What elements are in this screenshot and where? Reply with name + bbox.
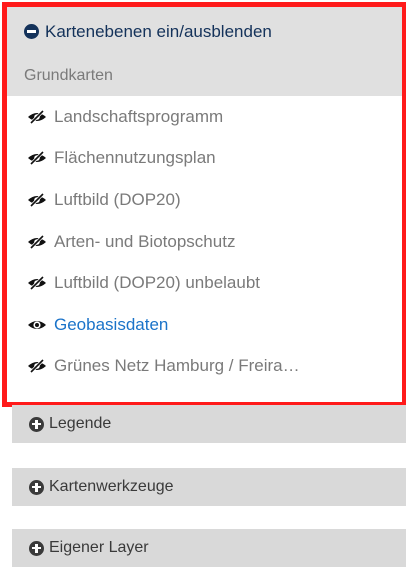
layer-panel-title: Kartenebenen ein/ausblenden (45, 21, 272, 41)
section-map-tools[interactable]: Kartenwerkzeuge (12, 468, 406, 506)
layer-label: Arten- und Biotopschutz (54, 231, 236, 251)
layer-list: Landschaftsprogramm Flächennutzungsplan … (7, 96, 402, 387)
layer-label: Grünes Netz Hamburg / Freira… (54, 356, 300, 376)
layer-item-flaechennutzungsplan[interactable]: Flächennutzungsplan (7, 138, 402, 180)
plus-circle-icon (29, 479, 44, 495)
layer-label: Luftbild (DOP20) unbelaubt (54, 273, 261, 293)
section-legend-label: Legende (49, 415, 112, 432)
eye-slash-icon (28, 234, 46, 249)
layer-label: Flächennutzungsplan (54, 148, 216, 168)
minus-circle-icon (24, 24, 39, 39)
layer-item-luftbild-unbelaubt[interactable]: Luftbild (DOP20) unbelaubt (7, 262, 402, 304)
eye-icon (28, 320, 46, 329)
layer-item-arten-biotopschutz[interactable]: Arten- und Biotopschutz (7, 221, 402, 263)
layer-panel: Kartenebenen ein/ausblenden Grundkarten … (2, 2, 406, 407)
eye-slash-icon (28, 109, 46, 124)
group-label-text: Grundkarten (24, 67, 113, 84)
layer-panel-header[interactable]: Kartenebenen ein/ausblenden (7, 7, 402, 56)
layer-item-luftbild-dop20[interactable]: Luftbild (DOP20) (7, 179, 402, 221)
section-own-layer-label: Eigener Layer (49, 539, 149, 556)
eye-slash-icon (28, 151, 46, 166)
layer-label: Geobasisdaten (54, 314, 169, 334)
layer-item-gruenes-netz[interactable]: Grünes Netz Hamburg / Freira… (7, 346, 402, 388)
section-own-layer[interactable]: Eigener Layer (12, 529, 406, 567)
layer-label: Landschaftsprogramm (54, 106, 224, 126)
section-map-tools-label: Kartenwerkzeuge (49, 478, 174, 495)
eye-slash-icon (28, 359, 46, 374)
section-legend[interactable]: Legende (12, 405, 406, 443)
layer-item-landschaftsprogramm[interactable]: Landschaftsprogramm (7, 96, 402, 138)
plus-circle-icon (29, 416, 44, 432)
eye-slash-icon (28, 192, 46, 207)
group-label-basemaps: Grundkarten (7, 56, 402, 96)
layer-item-geobasisdaten[interactable]: Geobasisdaten (7, 304, 402, 346)
layer-label: Luftbild (DOP20) (54, 189, 181, 209)
plus-circle-icon (29, 540, 44, 556)
eye-slash-icon (28, 276, 46, 291)
